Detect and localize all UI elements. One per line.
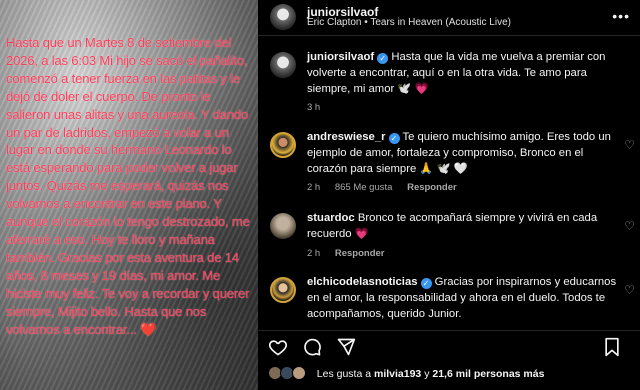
- heart-icon[interactable]: ♡: [624, 138, 635, 152]
- author-avatar-small[interactable]: [270, 52, 296, 78]
- comments-panel: juniorsilvaof Eric Clapton • Tears in He…: [258, 0, 640, 390]
- comment-likes[interactable]: 865 Me gusta: [335, 182, 393, 193]
- commenter-avatar[interactable]: [270, 132, 296, 158]
- caption-time: 3 h: [307, 102, 321, 113]
- caption-username[interactable]: juniorsilvaof: [307, 51, 374, 63]
- comment-time: 2 h: [307, 182, 321, 193]
- verified-icon: ✓: [377, 53, 389, 64]
- liker-avatar: [291, 366, 306, 380]
- liker-username[interactable]: milvia193: [374, 368, 421, 380]
- likes-summary[interactable]: Les gusta a milvia193 y 21,6 mil persona…: [268, 366, 544, 386]
- more-options-icon[interactable]: •••: [612, 8, 630, 24]
- heart-icon[interactable]: ♡: [624, 219, 635, 233]
- comment-text: stuardoc Bronco te acompañará siempre y …: [307, 211, 625, 243]
- author-avatar[interactable]: [270, 4, 296, 30]
- heart-icon[interactable]: [268, 337, 288, 357]
- comment-text: andreswiese_r ✓ Te quiero muchísimo amigo…: [307, 130, 625, 177]
- comment-meta: 2 h 865 Me gusta Responder: [307, 182, 469, 193]
- likes-count[interactable]: 21,6 mil personas más: [432, 368, 544, 380]
- comment-time: 2 h: [307, 248, 321, 259]
- verified-icon: ✓: [420, 278, 432, 289]
- comment-username[interactable]: andreswiese_r: [307, 131, 386, 143]
- heart-icon[interactable]: ♡: [624, 283, 635, 297]
- reply-button[interactable]: Responder: [407, 182, 457, 193]
- bookmark-icon[interactable]: [602, 337, 622, 357]
- comment-meta: 2 h Responder: [307, 248, 396, 259]
- comment-icon[interactable]: [302, 337, 322, 357]
- song-label[interactable]: Eric Clapton • Tears in Heaven (Acoustic…: [307, 17, 511, 28]
- likes-prefix: Les gusta a: [316, 368, 374, 380]
- comment-username[interactable]: stuardoc: [307, 212, 355, 224]
- reply-button[interactable]: Responder: [335, 248, 385, 259]
- post-header: juniorsilvaof Eric Clapton • Tears in He…: [258, 0, 640, 36]
- comment-username[interactable]: elchicodelasnoticias: [307, 276, 418, 288]
- caption-meta: 3 h: [307, 102, 332, 113]
- post-photo: Hasta que un Martes 8 de setiembre del 2…: [0, 0, 258, 390]
- share-icon[interactable]: [336, 337, 356, 357]
- verified-icon: ✓: [388, 133, 400, 144]
- commenter-avatar[interactable]: [270, 277, 296, 303]
- caption-text: juniorsilvaof ✓ Hasta que la vida me vuel…: [307, 50, 625, 97]
- commenter-avatar[interactable]: [270, 213, 296, 239]
- likes-middle: y: [421, 368, 433, 380]
- action-bar: [258, 330, 640, 360]
- comment-text: elchicodelasnoticias ✓ Gracias por inspir…: [307, 275, 625, 322]
- photo-caption: Hasta que un Martes 8 de setiembre del 2…: [6, 35, 250, 337]
